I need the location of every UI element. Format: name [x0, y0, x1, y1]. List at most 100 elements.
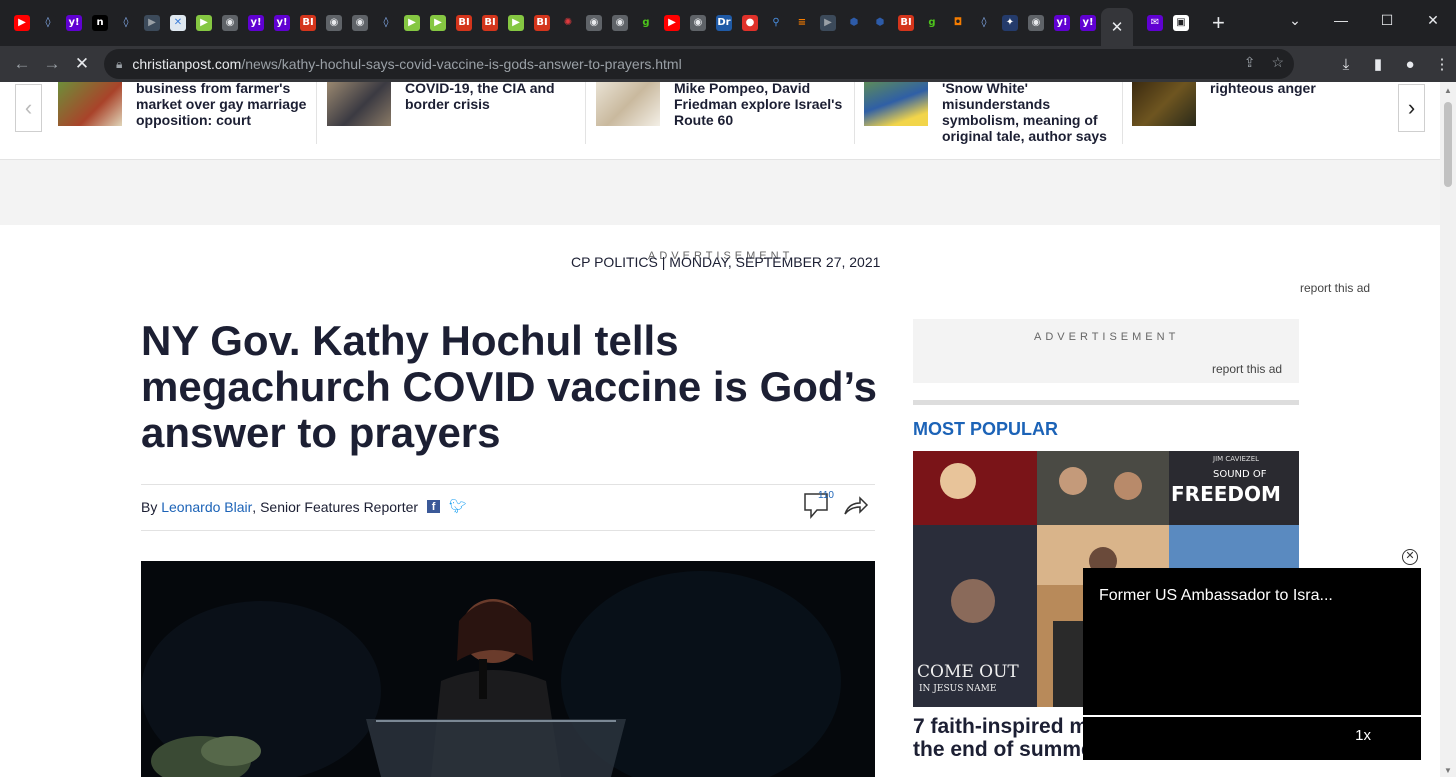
- playback-speed-button[interactable]: 1x: [1355, 727, 1371, 744]
- carousel-item[interactable]: Mike Pompeo, David Friedman explore Isra…: [596, 82, 842, 144]
- carousel-title[interactable]: righteous anger: [1210, 82, 1316, 144]
- bookmark-star-icon[interactable]: ☆: [1271, 54, 1284, 71]
- browser-tab[interactable]: ✉: [1142, 0, 1168, 46]
- browser-tab[interactable]: ▶: [425, 0, 451, 46]
- browser-tab[interactable]: ✦: [997, 0, 1023, 46]
- browser-tab[interactable]: ◉: [607, 0, 633, 46]
- close-window-button[interactable]: ✕: [1410, 0, 1456, 40]
- browser-tab[interactable]: n: [87, 0, 113, 46]
- browser-tab[interactable]: ▶: [659, 0, 685, 46]
- n-icon: n: [92, 15, 108, 31]
- browser-tab[interactable]: ◊: [373, 0, 399, 46]
- back-button[interactable]: ←: [7, 49, 37, 79]
- browser-tab[interactable]: ◉: [217, 0, 243, 46]
- browser-tab[interactable]: ⚲: [763, 0, 789, 46]
- facebook-icon[interactable]: f: [427, 500, 441, 513]
- browser-tab[interactable]: ◉: [347, 0, 373, 46]
- browser-tab[interactable]: BI: [893, 0, 919, 46]
- new-tab-button[interactable]: +: [1212, 12, 1225, 34]
- browser-tab[interactable]: ●: [737, 0, 763, 46]
- carousel-item[interactable]: 'Snow White' misunderstands symbolism, m…: [864, 82, 1107, 144]
- carousel-title[interactable]: Mike Pompeo, David Friedman explore Isra…: [674, 82, 842, 144]
- minimize-button[interactable]: —: [1318, 0, 1364, 40]
- carousel-item[interactable]: righteous anger: [1132, 82, 1316, 144]
- yahoo-icon: y!: [274, 15, 290, 31]
- browser-tab[interactable]: BI: [529, 0, 555, 46]
- carousel-prev-button[interactable]: ‹: [15, 84, 42, 132]
- author-link[interactable]: Leonardo Blair: [161, 499, 252, 515]
- carousel-thumbnail[interactable]: [596, 82, 660, 126]
- browser-tab[interactable]: ◉: [581, 0, 607, 46]
- browser-tab[interactable]: g: [919, 0, 945, 46]
- comment-count[interactable]: 110: [818, 490, 834, 501]
- tab-list: ▶ ◊ y! n ◊ ▶ ✕ ▶ ◉ y! y! BI ◉ ◉ ◊ ▶ ▶ BI BI ▶ BI ✺ ◉ ◉ g ▶ ◉ Dr ● ⚲ ≡ ▶…: [0, 0, 1101, 46]
- side-panel-icon[interactable]: ▮: [1364, 49, 1392, 79]
- stop-loading-button[interactable]: ✕: [67, 49, 97, 79]
- carousel-thumbnail[interactable]: [864, 82, 928, 126]
- browser-tab[interactable]: ▶: [191, 0, 217, 46]
- address-bar[interactable]: 🔒︎ christianpost.com/news/kathy-hochul-s…: [104, 49, 1294, 79]
- carousel-title[interactable]: 'Snow White' misunderstands symbolism, m…: [942, 82, 1107, 144]
- browser-tab[interactable]: y!: [1049, 0, 1075, 46]
- browser-tab[interactable]: ▶: [399, 0, 425, 46]
- carousel-thumbnail[interactable]: [58, 82, 122, 126]
- browser-tab[interactable]: ✺: [555, 0, 581, 46]
- browser-tab[interactable]: ◊: [113, 0, 139, 46]
- browser-tab[interactable]: y!: [243, 0, 269, 46]
- browser-tab[interactable]: ▶: [815, 0, 841, 46]
- browser-tab[interactable]: ▣: [1168, 0, 1194, 46]
- browser-tab[interactable]: ◉: [685, 0, 711, 46]
- browser-tab[interactable]: ◉: [321, 0, 347, 46]
- browser-tab[interactable]: y!: [269, 0, 295, 46]
- twitter-icon[interactable]: 🐦︎: [449, 498, 467, 515]
- browser-tab[interactable]: ▶: [139, 0, 165, 46]
- scroll-down-arrow[interactable]: ▼: [1444, 766, 1452, 775]
- browser-tab[interactable]: ◊: [35, 0, 61, 46]
- browser-tab[interactable]: y!: [1075, 0, 1101, 46]
- carousel-next-button[interactable]: ›: [1398, 84, 1425, 132]
- browser-tab[interactable]: ⬢: [867, 0, 893, 46]
- browser-tab[interactable]: ◘: [945, 0, 971, 46]
- share-page-icon[interactable]: ⇪: [1244, 54, 1256, 71]
- browser-tab[interactable]: BI: [477, 0, 503, 46]
- browser-tab[interactable]: ▶: [9, 0, 35, 46]
- report-ad-link[interactable]: report this ad: [1300, 281, 1370, 295]
- page-scrollbar[interactable]: ▲ ▼: [1440, 82, 1456, 777]
- scroll-up-arrow[interactable]: ▲: [1444, 86, 1452, 95]
- profile-avatar-icon[interactable]: ●: [1396, 49, 1424, 79]
- carousel-thumbnail[interactable]: [327, 82, 391, 126]
- browser-tab[interactable]: BI: [451, 0, 477, 46]
- browser-tab[interactable]: ▶: [503, 0, 529, 46]
- business-insider-icon: BI: [456, 15, 472, 31]
- carousel-title[interactable]: COVID-19, the CIA and border crisis: [405, 82, 555, 144]
- share-icon[interactable]: [843, 495, 869, 517]
- tab-search-icon[interactable]: ⌄: [1272, 0, 1318, 40]
- carousel-title[interactable]: business from farmer's market over gay m…: [136, 82, 306, 144]
- close-tab-icon[interactable]: ✕: [1111, 18, 1124, 36]
- menu-icon[interactable]: ⋮: [1428, 49, 1456, 79]
- maximize-button[interactable]: ☐: [1364, 0, 1410, 40]
- download-icon[interactable]: ⤓: [1332, 49, 1360, 79]
- poster-title-2: FREEDOM: [1171, 482, 1281, 506]
- browser-tab[interactable]: g: [633, 0, 659, 46]
- carousel-thumbnail[interactable]: [1132, 82, 1196, 126]
- browser-tab[interactable]: Dr: [711, 0, 737, 46]
- browser-tab[interactable]: ◉: [1023, 0, 1049, 46]
- browser-tab[interactable]: ≡: [789, 0, 815, 46]
- browser-tab[interactable]: ⬢: [841, 0, 867, 46]
- browser-tab[interactable]: ◊: [971, 0, 997, 46]
- video-title[interactable]: Former US Ambassador to Isra...: [1099, 587, 1333, 605]
- report-ad-link[interactable]: report this ad: [1212, 362, 1282, 376]
- carousel-item[interactable]: COVID-19, the CIA and border crisis: [327, 82, 555, 144]
- lock-icon[interactable]: 🔒︎: [116, 57, 122, 72]
- browser-tab[interactable]: y!: [61, 0, 87, 46]
- browser-tab[interactable]: BI: [295, 0, 321, 46]
- forward-button[interactable]: →: [37, 49, 67, 79]
- scrollbar-thumb[interactable]: [1444, 102, 1452, 187]
- active-tab[interactable]: ✕: [1101, 8, 1133, 46]
- url-text[interactable]: christianpost.com/news/kathy-hochul-says…: [132, 56, 681, 72]
- carousel-item[interactable]: business from farmer's market over gay m…: [58, 82, 306, 144]
- browser-tab[interactable]: ✕: [165, 0, 191, 46]
- article-hero-image[interactable]: [141, 561, 875, 777]
- close-video-popup-icon[interactable]: ✕: [1402, 549, 1418, 565]
